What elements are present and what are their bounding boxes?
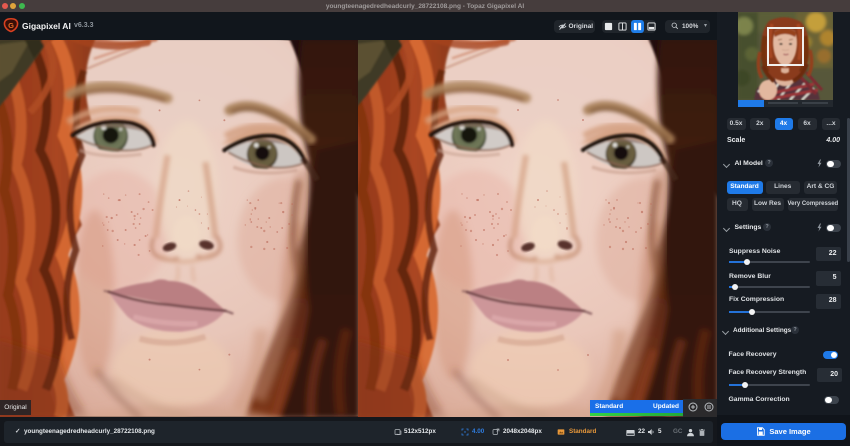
- svg-text:G: G: [8, 21, 14, 30]
